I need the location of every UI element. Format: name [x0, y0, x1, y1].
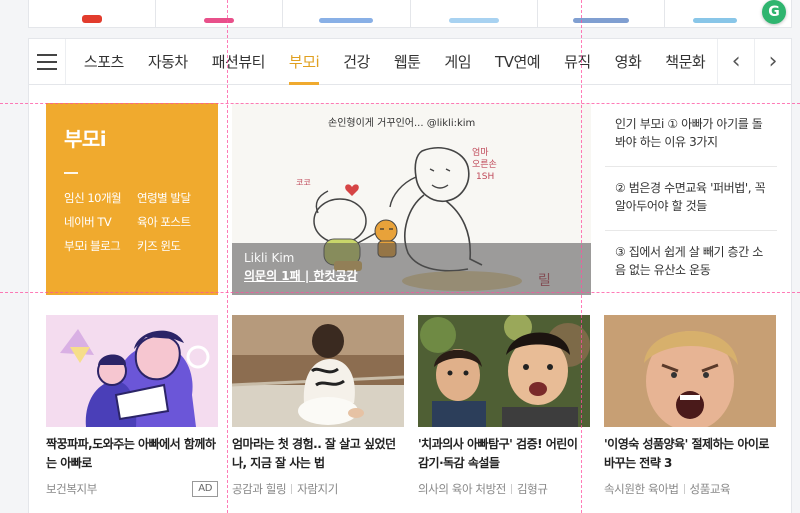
- card-meta: 보건복지부 AD: [46, 481, 218, 497]
- shortcut-logo-fragment: [572, 18, 629, 23]
- article-card[interactable]: '이영숙 성품양육' 절제하는 아이로 바꾸는 전략 3 속시원한 육아법 성품…: [604, 315, 776, 497]
- article-card[interactable]: 짝꿍파파,도와주는 아빠에서 함께하는 아빠로 보건복지부 AD: [46, 315, 218, 497]
- top-shortcut-1[interactable]: [29, 0, 157, 27]
- brand-link-kids-window[interactable]: 키즈 윈도: [137, 238, 217, 254]
- card-thumbnail: [418, 315, 590, 427]
- tab-books-culture[interactable]: 책문화: [653, 39, 717, 84]
- card-meta: 공감과 힐링 자람지기: [232, 481, 404, 497]
- brand-link-naver-tv[interactable]: 네이버 TV: [64, 214, 137, 230]
- card-source[interactable]: 보건복지부: [46, 481, 97, 497]
- article-card[interactable]: 엄마라는 첫 경험.. 잘 살고 싶었던 나, 지금 잘 사는 법 공감과 힐링…: [232, 315, 404, 497]
- shortcut-logo-fragment: [204, 18, 235, 23]
- grammarly-icon[interactable]: G: [762, 0, 786, 24]
- card-title[interactable]: 엄마라는 첫 경험.. 잘 살고 싶었던 나, 지금 잘 사는 법: [232, 435, 404, 473]
- ad-badge: AD: [192, 481, 218, 497]
- brand-link-blog[interactable]: 부모i 블로그: [64, 238, 137, 254]
- popular-item[interactable]: ③ 집에서 쉽게 살 빼기 층간 소음 없는 유산소 운동: [605, 231, 777, 295]
- tab-parenting[interactable]: 부모i: [277, 39, 331, 85]
- popular-item[interactable]: ② 범은경 수면교육 '퍼버법', 꼭 알아두어야 할 것들: [605, 167, 777, 231]
- card-title[interactable]: 짝꿍파파,도와주는 아빠에서 함께하는 아빠로: [46, 435, 218, 473]
- card-thumbnail: [232, 315, 404, 427]
- brand-link-pregnancy[interactable]: 임신 10개월: [64, 190, 137, 206]
- hero-webtoon-card[interactable]: 손인형이게 거꾸인어... @likli:kim 엄마 오른손 1SH 코코 L…: [232, 103, 591, 295]
- svg-text:엄마: 엄마: [472, 146, 489, 158]
- top-shortcut-strip: [28, 0, 792, 28]
- card-title[interactable]: '치과의사 아빠탐구' 검증! 어린이 감기·독감 속설들: [418, 435, 590, 473]
- hero-handwriting: 손인형이게 거꾸인어... @likli:kim: [328, 117, 475, 129]
- chevron-left-icon[interactable]: ‹: [717, 39, 754, 84]
- card-thumbnail: [604, 315, 776, 427]
- card-source[interactable]: 의사의 육아 처방전: [418, 481, 506, 497]
- card-author[interactable]: 성품교육: [690, 481, 731, 497]
- brand-link-development[interactable]: 연령별 발달: [137, 190, 217, 206]
- card-author[interactable]: 김형규: [517, 481, 548, 497]
- tab-music[interactable]: 뮤직: [552, 39, 603, 84]
- category-tabs: 스포츠 자동차 패션뷰티 부모i 건강 웹툰 게임 TV연예 뮤직 영화 책문화: [66, 39, 717, 85]
- hamburger-menu-icon[interactable]: [29, 39, 66, 84]
- divider: [64, 172, 78, 174]
- article-card[interactable]: '치과의사 아빠탐구' 검증! 어린이 감기·독감 속설들 의사의 육아 처방전…: [418, 315, 590, 497]
- shortcut-logo-fragment: [448, 18, 499, 23]
- hero-title[interactable]: 의문의 1패 | 한컷공감: [244, 267, 579, 284]
- brand-box: 부모i 임신 10개월 연령별 발달 네이버 TV 육아 포스트 부모i 블로그…: [46, 103, 218, 295]
- category-nav: 스포츠 자동차 패션뷰티 부모i 건강 웹툰 게임 TV연예 뮤직 영화 책문화…: [28, 38, 792, 85]
- tab-games[interactable]: 게임: [432, 39, 483, 84]
- brand-title[interactable]: 부모i: [64, 123, 200, 152]
- chevron-right-icon[interactable]: ›: [754, 39, 791, 84]
- card-meta: 의사의 육아 처방전 김형규: [418, 481, 590, 497]
- shortcut-logo-fragment: [319, 18, 374, 23]
- tab-fashion-beauty[interactable]: 패션뷰티: [200, 39, 277, 84]
- shortcut-logo-fragment: [693, 18, 738, 23]
- card-source[interactable]: 속시원한 육아법: [604, 481, 679, 497]
- brand-links: 임신 10개월 연령별 발달 네이버 TV 육아 포스트 부모i 블로그 키즈 …: [64, 190, 200, 254]
- tab-cars[interactable]: 자동차: [136, 39, 200, 84]
- card-meta: 속시원한 육아법 성품교육: [604, 481, 776, 497]
- tab-health[interactable]: 건강: [331, 39, 382, 84]
- card-author[interactable]: 자람지기: [297, 481, 338, 497]
- card-source[interactable]: 공감과 힐링: [232, 481, 287, 497]
- hero-author[interactable]: Likli Kim: [244, 251, 579, 265]
- popular-item[interactable]: 인기 부모i ① 아빠가 아기를 돌봐야 하는 이유 3가지: [605, 103, 777, 167]
- card-title[interactable]: '이영숙 성품양육' 절제하는 아이로 바꾸는 전략 3: [604, 435, 776, 473]
- shortcut-logo-fragment: [82, 15, 103, 23]
- parenting-section: 부모i 임신 10개월 연령별 발달 네이버 TV 육아 포스트 부모i 블로그…: [28, 85, 792, 513]
- card-thumbnail: [46, 315, 218, 427]
- tab-movies[interactable]: 영화: [603, 39, 654, 84]
- top-shortcut-5[interactable]: [538, 0, 665, 27]
- tab-webtoon[interactable]: 웹툰: [382, 39, 433, 84]
- svg-text:코코: 코코: [296, 178, 311, 187]
- top-shortcut-2[interactable]: [156, 0, 284, 27]
- top-shortcut-3[interactable]: [283, 0, 411, 27]
- svg-text:1SH: 1SH: [476, 172, 494, 182]
- svg-text:오른손: 오른손: [472, 159, 497, 170]
- hero-caption: Likli Kim 의문의 1패 | 한컷공감: [232, 243, 591, 295]
- top-shortcut-4[interactable]: [411, 0, 538, 27]
- brand-link-post[interactable]: 육아 포스트: [137, 214, 217, 230]
- tab-sports[interactable]: 스포츠: [72, 39, 136, 84]
- tab-tv-entertainment[interactable]: TV연예: [483, 39, 552, 84]
- popular-list: 인기 부모i ① 아빠가 아기를 돌봐야 하는 이유 3가지 ② 범은경 수면교…: [605, 103, 777, 295]
